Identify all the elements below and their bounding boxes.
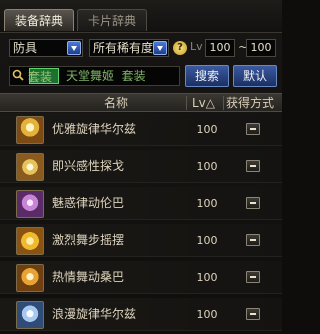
source-toggle-button[interactable]	[246, 197, 260, 209]
level-max-input[interactable]: 100	[246, 39, 276, 57]
item-level: 100	[196, 160, 218, 173]
item-name: 浪漫旋律华尔兹	[52, 307, 137, 321]
tab-bar: 装备辞典 卡片辞典	[0, 0, 282, 33]
dance-armor-icon	[16, 227, 44, 255]
item-level: 100	[196, 308, 218, 321]
item-name: 优雅旋律华尔兹	[52, 122, 137, 136]
dance-armor-icon	[16, 301, 44, 329]
table-row[interactable]: 热情舞动桑巴 100	[0, 261, 282, 294]
source-toggle-button[interactable]	[246, 271, 260, 283]
column-divider	[223, 96, 224, 110]
source-toggle-button[interactable]	[246, 308, 260, 320]
source-toggle-button[interactable]	[246, 160, 260, 172]
table-row[interactable]: 即兴感性探戈 100	[0, 150, 282, 183]
item-name: 即兴感性探戈	[52, 159, 125, 173]
rarity-select[interactable]: 所有稀有度	[89, 39, 169, 57]
column-divider	[186, 96, 187, 110]
rarity-select-value: 所有稀有度	[93, 41, 154, 55]
item-level: 100	[196, 271, 218, 284]
search-button[interactable]: 搜索	[185, 65, 229, 87]
item-name: 激烈舞步摇摆	[52, 233, 125, 247]
dance-armor-icon	[16, 153, 44, 181]
column-header-name[interactable]: 名称	[104, 94, 128, 112]
search-row: 天堂舞姬 套装 搜索 默认	[0, 64, 282, 88]
search-field[interactable]: 天堂舞姬 套装	[9, 66, 180, 86]
item-level: 100	[196, 234, 218, 247]
filter-row: 防具 所有稀有度 ? Lv 100 ~ 100	[0, 37, 282, 59]
item-level: 100	[196, 123, 218, 136]
column-header-source[interactable]: 获得方式	[226, 94, 274, 112]
table-row[interactable]: 魅惑律动伦巴 100	[0, 187, 282, 220]
chevron-down-icon[interactable]	[67, 41, 81, 55]
reset-button[interactable]: 默认	[233, 65, 277, 87]
dance-armor-icon	[16, 190, 44, 218]
dance-armor-icon	[16, 264, 44, 292]
category-select-value: 防具	[13, 41, 38, 55]
column-header-level[interactable]: Lv△	[192, 94, 215, 112]
tab-card-dictionary[interactable]: 卡片辞典	[77, 9, 147, 31]
help-icon[interactable]: ?	[173, 41, 187, 55]
item-name: 魅惑律动伦巴	[52, 196, 125, 210]
tab-equipment-dictionary[interactable]: 装备辞典	[4, 9, 74, 31]
source-toggle-button[interactable]	[246, 234, 260, 246]
item-list: 优雅旋律华尔兹 100 即兴感性探戈 100 魅惑律动伦巴 100 激烈舞步摇摆…	[0, 113, 282, 334]
search-icon	[12, 69, 24, 81]
source-toggle-button[interactable]	[246, 123, 260, 135]
dance-armor-icon	[16, 116, 44, 144]
level-min-input[interactable]: 100	[205, 39, 235, 57]
item-name: 热情舞动桑巴	[52, 270, 125, 284]
table-header: 名称 Lv△ 获得方式	[0, 93, 282, 112]
table-row[interactable]: 浪漫旋律华尔兹 100	[0, 298, 282, 331]
item-level: 100	[196, 197, 218, 210]
table-row[interactable]: 激烈舞步摇摆 100	[0, 224, 282, 257]
table-row[interactable]: 优雅旋律华尔兹 100	[0, 113, 282, 146]
category-select[interactable]: 防具	[9, 39, 83, 57]
equipment-dictionary-window: 装备辞典 卡片辞典 防具 所有稀有度 ? Lv 100 ~ 100 天堂舞姬 套…	[0, 0, 282, 334]
search-suggestion-text: 天堂舞姬 套装	[66, 69, 146, 83]
level-label: Lv	[190, 40, 203, 53]
chevron-down-icon[interactable]	[153, 41, 167, 55]
